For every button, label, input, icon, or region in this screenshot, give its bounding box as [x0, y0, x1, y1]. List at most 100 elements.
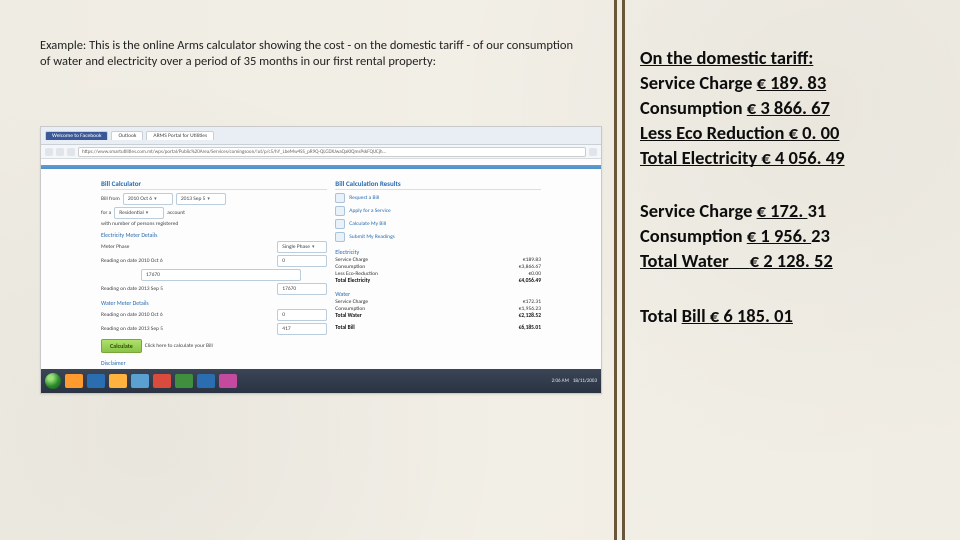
water-details-heading: Water Meter Details	[101, 299, 327, 307]
results-pane: Bill Calculation Results Request a Bill …	[335, 179, 541, 339]
elec-details-heading: Electricity Meter Details	[101, 231, 327, 239]
elec-r2-label: Reading on date 2013 Sep 5	[101, 286, 163, 292]
sum-etot-a: Total	[640, 146, 682, 169]
elec-eco-lbl: Less Eco-Reduction	[335, 271, 378, 277]
address-bar-row: https://www.smartutilities.com.mt/wps/po…	[41, 145, 601, 159]
tray-time: 2:06 AM	[552, 378, 569, 384]
elec-con-val: €3,866.67	[519, 264, 541, 270]
sum-wcon-lbl: Consumption	[640, 224, 747, 247]
start-orb-icon[interactable]	[45, 373, 61, 389]
persons-label: with number of persons registered	[101, 221, 178, 227]
sum-wtot-b: Water	[682, 249, 729, 272]
elec-r2-input[interactable]: 17670	[277, 283, 327, 295]
screenshot: Welcome to Facebook Outlook ARMS Portal …	[40, 126, 602, 394]
sum-svc-lbl: Service Charge	[640, 71, 757, 94]
elec-svc-lbl: Service Charge	[335, 257, 368, 263]
elec-section: Electricity	[335, 248, 541, 256]
taskbar-app-0[interactable]	[65, 374, 83, 388]
nav-back-icon[interactable]	[45, 148, 53, 156]
sum-wcon-val1: € 1 956.	[747, 224, 811, 247]
link-calc-bill[interactable]: Calculate My Bill	[335, 219, 541, 229]
elec-svc-val: €189.83	[523, 257, 541, 263]
total-bill-val: €6,185.01	[519, 325, 541, 331]
example-caption: Example: This is the online Arms calcula…	[40, 38, 602, 71]
link-request-bill[interactable]: Request a Bill	[335, 193, 541, 203]
reload-icon[interactable]	[67, 148, 75, 156]
phase-select[interactable]: Single Phase	[277, 241, 327, 253]
tab-facebook[interactable]: Welcome to Facebook	[45, 131, 108, 140]
water-r1-input[interactable]: 0	[277, 309, 327, 321]
taskbar-app-4[interactable]	[153, 374, 171, 388]
sum-wtot-a: Total	[640, 249, 682, 272]
water-section: Water	[335, 290, 541, 298]
nav-forward-icon[interactable]	[56, 148, 64, 156]
water-tot-lbl: Total Water	[335, 313, 361, 319]
tray-date: 18/11/2003	[573, 378, 597, 384]
date-to-input[interactable]: 2013 Sep 5	[176, 193, 226, 205]
taskbar-app-6[interactable]	[197, 374, 215, 388]
sum-wtot-pad	[729, 249, 750, 272]
sum-con-val: € 3 866. 67	[747, 96, 830, 119]
water-r2-label: Reading on date 2013 Sep 5	[101, 326, 163, 332]
calculate-button[interactable]: Calculate	[101, 339, 142, 353]
elec-r1-input[interactable]: 0	[277, 255, 327, 267]
bill-calculator-form: Bill Calculator Bill from 2010 Oct 6 201…	[101, 179, 327, 339]
water-tot-val: €2,128.52	[519, 313, 541, 319]
elec-r1-label: Reading on date 2010 Oct 6	[101, 258, 163, 264]
doc-icon	[335, 193, 345, 203]
for-label: for a	[101, 210, 111, 216]
summary-title: On the domestic tariff:	[640, 46, 813, 69]
taskbar-app-5[interactable]	[175, 374, 193, 388]
sum-svc-val: € 189. 83	[757, 71, 827, 94]
link-apply-service[interactable]: Apply for a Service	[335, 206, 541, 216]
elec-tot-val: €4,056.49	[519, 278, 541, 284]
taskbar-app-7[interactable]	[219, 374, 237, 388]
taskbar-app-1[interactable]	[87, 374, 105, 388]
disclaimer-heading: Disclaimer	[101, 359, 327, 367]
browser-tabstrip: Welcome to Facebook Outlook ARMS Portal …	[41, 127, 601, 145]
link-submit-read[interactable]: Submit My Readings	[335, 232, 541, 242]
sum-total-a: Total	[640, 304, 682, 327]
taskbar-app-3[interactable]	[131, 374, 149, 388]
tab-outlook[interactable]: Outlook	[111, 131, 143, 140]
divider-1	[614, 0, 617, 540]
account-label: account	[167, 210, 185, 216]
elec-r1b-input[interactable]: 17670	[141, 269, 301, 281]
bookmark-icon[interactable]	[589, 148, 597, 156]
billfrom-label: Bill from	[101, 196, 120, 202]
sum-wtot-c: € 2 128. 52	[750, 249, 833, 272]
sum-etot-c: € 4 056. 49	[761, 146, 844, 169]
sum-wsvc-val1: € 172.	[757, 199, 808, 222]
water-svc-lbl: Service Charge	[335, 299, 368, 305]
results-heading: Bill Calculation Results	[335, 179, 541, 190]
summary-panel: On the domestic tariff: Service Charge €…	[640, 46, 940, 329]
total-bill-lbl: Total Bill	[335, 325, 355, 331]
sum-total-b: Bill	[682, 304, 710, 327]
header-ribbon	[41, 165, 601, 169]
url-input[interactable]: https://www.smartutilities.com.mt/wps/po…	[78, 147, 586, 157]
water-r1-label: Reading on date 2010 Oct 6	[101, 312, 163, 318]
phase-label: Meter Phase	[101, 244, 129, 250]
water-con-val: €1,956.23	[519, 306, 541, 312]
account-type-select[interactable]: Residential	[114, 207, 164, 219]
divider-2	[622, 0, 625, 540]
sum-eco-val: € 0. 00	[789, 121, 840, 144]
wrench-icon	[335, 206, 345, 216]
elec-eco-val: €0.00	[528, 271, 541, 277]
sum-wcon-val2: 23	[811, 224, 830, 247]
sum-wsvc-val2: 31	[807, 199, 826, 222]
water-svc-val: €172.31	[523, 299, 541, 305]
water-r2-input[interactable]: 417	[277, 323, 327, 335]
upload-icon	[335, 232, 345, 242]
taskbar-app-2[interactable]	[109, 374, 127, 388]
elec-con-lbl: Consumption	[335, 264, 365, 270]
sum-con-lbl: Consumption	[640, 96, 747, 119]
taskbar: 2:06 AM 18/11/2003	[41, 369, 601, 393]
water-con-lbl: Consumption	[335, 306, 365, 312]
calc-icon	[335, 219, 345, 229]
calc-hint: Click here to calculate your Bill	[145, 343, 213, 349]
sum-etot-b: Electricity	[682, 146, 762, 169]
sum-eco-lbl: Less Eco Reduction	[640, 121, 789, 144]
date-from-input[interactable]: 2010 Oct 6	[123, 193, 173, 205]
tab-arms[interactable]: ARMS Portal for Utilities	[146, 131, 214, 140]
